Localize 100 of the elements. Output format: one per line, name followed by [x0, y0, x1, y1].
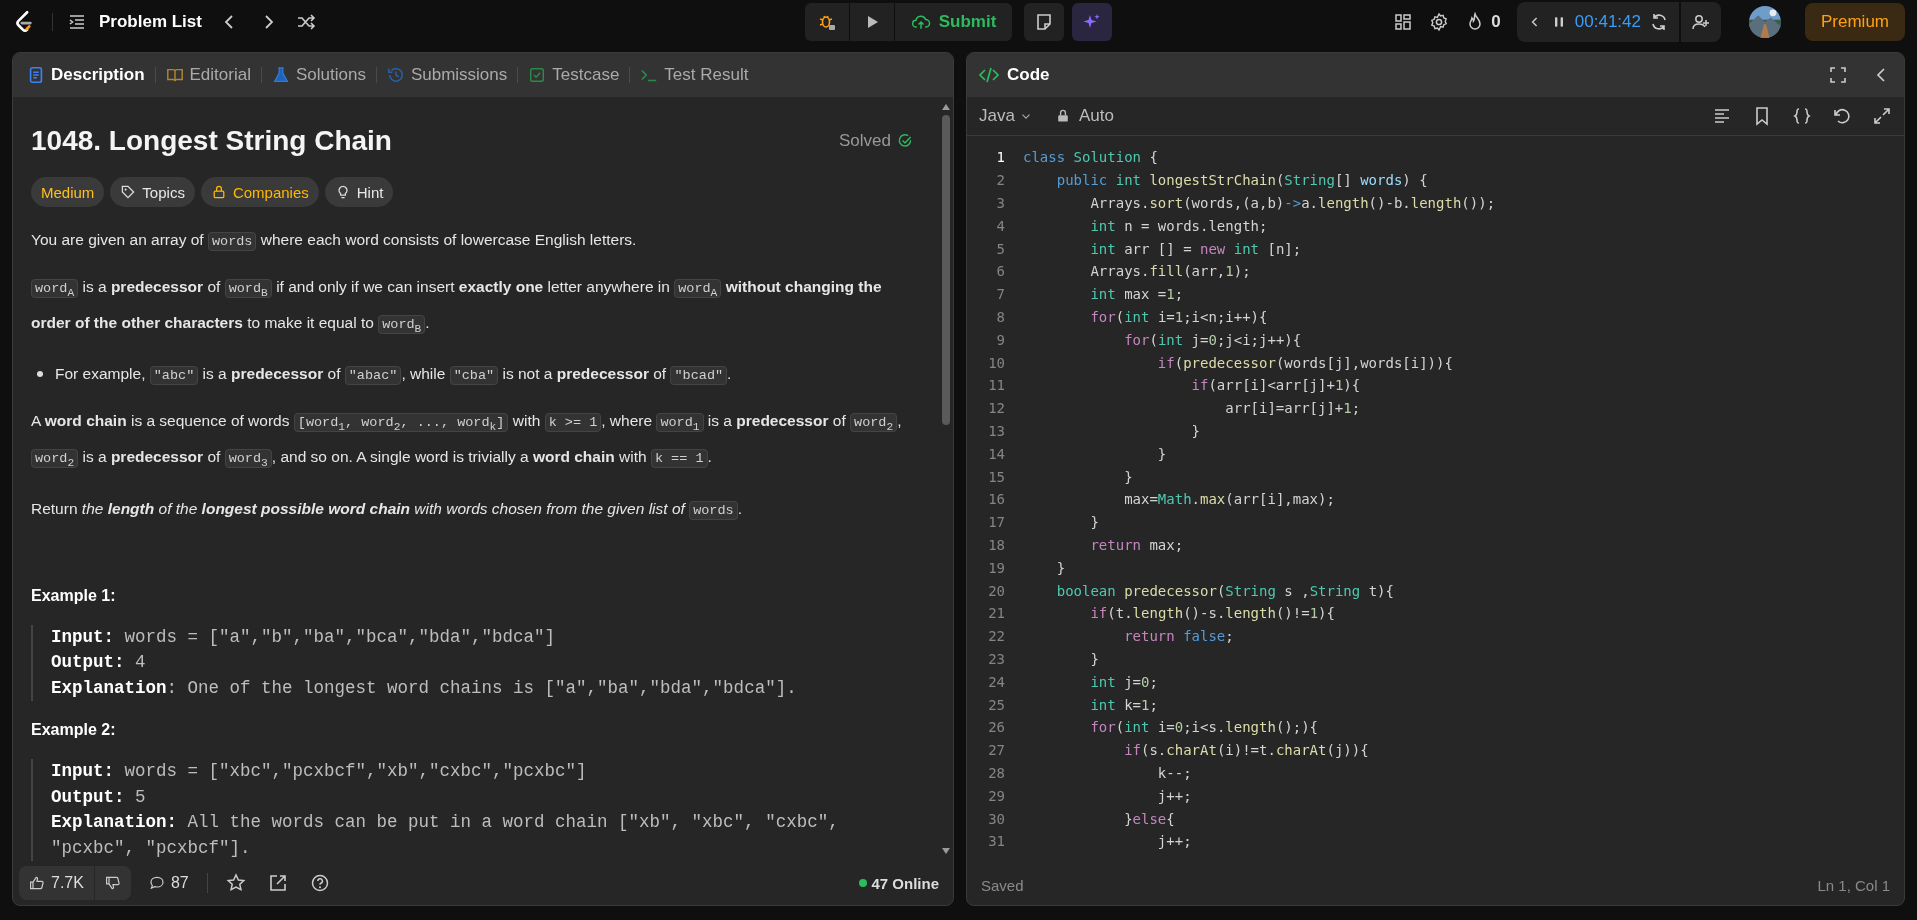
checkbox-icon	[528, 66, 547, 84]
example-line: Input: words = ["a","b","ba","bca","bda","bdca"]	[51, 625, 557, 649]
code-line: }	[1190, 422, 1200, 439]
paragraph: A word chain is a sequence of words [word$_{1}$, word$_{2}$, ..., word$_{k}$] with k >= 1 , where word$_{1}$ is a predecessor of word$_{2}$ , word$_{2}$ is a predecessor of word$_{3}$ , and so on. A single word is trivially a word chain with k == 1 .	[31, 411, 903, 471]
solved-label: Solved	[839, 131, 891, 151]
line-number: 8	[995, 308, 1005, 325]
line-number: 22	[987, 628, 1005, 645]
tab[interactable]: Submissions	[384, 61, 510, 89]
code-line: int n = words.length;	[1089, 217, 1268, 234]
braces-icon[interactable]	[1792, 106, 1812, 126]
line-number: 12	[987, 400, 1005, 417]
code-line: for(int j=0;j<i;j++){	[1123, 331, 1302, 348]
code-line: if(predecessor(words[j],words[i])){	[1156, 354, 1453, 371]
code-line: int k=1;	[1089, 696, 1158, 713]
line-number: 9	[995, 331, 1005, 348]
tab[interactable]: Description	[25, 61, 147, 89]
line-number: 27	[987, 742, 1005, 759]
example-line: Input: words = ["xbc","pcxbcf","xb","cxbc","pcxbc"]	[51, 760, 588, 784]
fullscreen-icon[interactable]	[1828, 65, 1848, 85]
comments-button[interactable]: 87	[144, 874, 193, 892]
line-number: 5	[995, 240, 1005, 257]
line-number: 13	[987, 422, 1005, 439]
expand-icon[interactable]	[1872, 106, 1892, 126]
companies-tag[interactable]: Companies	[200, 177, 319, 207]
timer-text: 00:41:42	[1574, 12, 1641, 32]
tab[interactable]: Solutions	[269, 61, 368, 89]
scroll-up-icon[interactable]	[941, 103, 951, 111]
note-button[interactable]	[1024, 3, 1065, 41]
difficulty-tag[interactable]: Medium	[31, 177, 105, 207]
line-number: 15	[987, 468, 1005, 485]
scroll-down-icon[interactable]	[941, 847, 951, 855]
code-line: }	[1123, 468, 1133, 485]
code-line: int j=0;	[1089, 673, 1158, 690]
debug-button[interactable]	[804, 3, 849, 41]
tab[interactable]: Test Result	[638, 61, 751, 89]
line-number: 16	[987, 491, 1005, 508]
submit-button[interactable]: Submit	[894, 3, 1013, 41]
code-line: if(s.charAt(i)!=t.charAt(j)){	[1123, 742, 1369, 759]
thumbs-up-icon	[29, 875, 45, 891]
tag-icon	[120, 184, 137, 200]
line-number: 2	[995, 172, 1005, 189]
help-icon[interactable]	[309, 873, 330, 893]
star-icon[interactable]	[225, 873, 246, 893]
line-number: 7	[995, 286, 1005, 303]
code-line: if(arr[i]<arr[j]+1){	[1190, 377, 1361, 394]
paragraph: Return the length of the longest possible word chain with words chosen from the given list of words .	[31, 498, 743, 522]
line-number: 19	[987, 559, 1005, 576]
ai-button[interactable]	[1072, 3, 1113, 41]
example-line: Explanation: All the words can be put in a word chain ["xb", "xbc", "cxbc", "pcxbc", "pcxbcf"].	[51, 811, 840, 860]
share-icon[interactable]	[267, 873, 288, 893]
line-number: 6	[995, 263, 1005, 280]
hint-tag[interactable]: Hint	[324, 177, 394, 207]
add-user-icon[interactable]	[1691, 12, 1711, 32]
format-icon[interactable]	[1712, 106, 1732, 126]
code-line: public int longestStrChain(String[] words) {	[1055, 172, 1428, 189]
line-number: 14	[987, 445, 1005, 462]
code-line: class Solution {	[1023, 149, 1158, 166]
line-number: 21	[987, 605, 1005, 622]
line-number: 30	[987, 810, 1005, 827]
save-status: Saved	[981, 876, 1024, 894]
bullet-text: For example, "abc" is a predecessor of "abac" , while "cba" is not a predecessor of "bcad" .	[55, 364, 732, 388]
topics-tag[interactable]: Topics	[110, 177, 195, 207]
code-line: int max =1;	[1089, 286, 1184, 303]
code-line: }	[1055, 559, 1066, 576]
code-line: for(int i=0;i<s.length();){	[1089, 719, 1319, 736]
line-number: 20	[987, 582, 1005, 599]
run-button[interactable]	[849, 3, 894, 41]
code-line: max=Math.max(arr[i],max);	[1123, 491, 1335, 508]
code-line: }	[1089, 650, 1099, 667]
shuffle-icon[interactable]	[295, 12, 316, 32]
code-line: }	[1089, 514, 1099, 531]
list-icon	[67, 12, 87, 32]
example-line: Output: 4	[51, 651, 147, 675]
code-line: return false;	[1123, 628, 1234, 645]
reset-icon[interactable]	[1649, 12, 1669, 32]
example-line: Explanation: One of the longest word chains is ["a","ba","bda","bdca"].	[51, 676, 798, 700]
line-number: 10	[987, 354, 1005, 371]
settings-icon[interactable]	[1429, 12, 1450, 32]
premium-button[interactable]: Premium	[1805, 3, 1905, 41]
undo-icon[interactable]	[1832, 106, 1852, 126]
problem-list-button[interactable]: Problem List	[67, 12, 202, 32]
history-icon	[386, 66, 405, 84]
code-line: boolean predecessor(String s ,String t){	[1055, 582, 1394, 599]
line-number: 23	[987, 650, 1005, 667]
flask-icon	[271, 66, 290, 84]
line-number: 4	[995, 217, 1005, 234]
code-line: for(int i=1;i<n;i++){	[1089, 308, 1268, 325]
line-number: 29	[987, 787, 1005, 804]
code-line: if(t.length()-s.length()!=1){	[1089, 605, 1335, 622]
code-line: Arrays.sort(words,(a,b)->a.length()-b.length());	[1089, 195, 1496, 211]
language-dropdown[interactable]: Java	[979, 106, 1033, 126]
line-number: 25	[987, 696, 1005, 713]
tab[interactable]: Editorial	[163, 61, 253, 89]
layout-icon[interactable]	[1393, 12, 1414, 32]
streak-count: 0	[1491, 12, 1501, 32]
code-title: Code	[1007, 65, 1050, 85]
tab[interactable]: Testcase	[526, 61, 622, 89]
paragraph: You are given an array of words where each word consists of lowercase English letters.	[31, 230, 638, 253]
scrollbar-thumb[interactable]	[942, 115, 950, 425]
mode-label[interactable]: Auto	[1078, 106, 1114, 126]
